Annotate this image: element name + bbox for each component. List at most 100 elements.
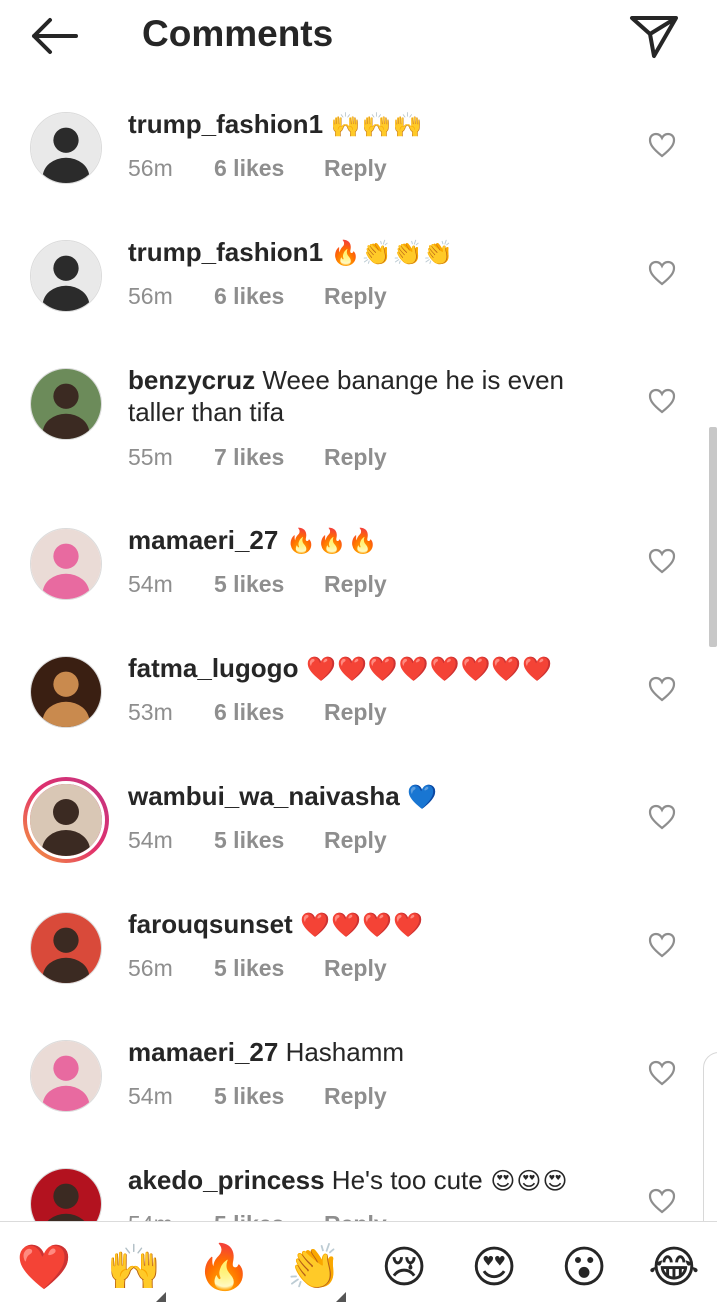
red-heart-reaction-button[interactable]: ❤️ <box>16 1240 72 1296</box>
page-title: Comments <box>142 13 334 54</box>
comment-meta: 55m 7 likes Reply <box>128 444 387 471</box>
comment-text: benzycruz Weee banange he is even taller… <box>128 364 608 428</box>
skin-tone-indicator-icon <box>156 1292 166 1302</box>
comment-timestamp: 55m <box>128 444 173 470</box>
reply-button[interactable]: Reply <box>324 699 387 726</box>
comment-text: mamaeri_27 Hashamm <box>128 1036 608 1068</box>
comment-list[interactable]: trump_fashion1 🙌🙌🙌 56m 6 likes Reply trump_f… <box>0 92 717 1221</box>
reply-button[interactable]: Reply <box>324 283 387 310</box>
comment-meta: 56m 6 likes Reply <box>128 283 387 310</box>
comment-row: benzycruz Weee banange he is even taller… <box>0 348 717 508</box>
avatar-inner <box>27 781 105 859</box>
fire-reaction-button[interactable]: 🔥 <box>196 1240 252 1296</box>
avatar[interactable] <box>30 656 102 728</box>
like-heart-icon[interactable] <box>648 132 676 158</box>
comment-timestamp: 53m <box>128 699 173 725</box>
avatar[interactable] <box>30 528 102 600</box>
avatar-photo <box>31 369 101 439</box>
comment-emoji: 🔥🔥🔥 <box>278 528 379 555</box>
comment-timestamp: 54m <box>128 827 173 853</box>
comment-likes-count[interactable]: 5 likes <box>214 955 324 982</box>
reply-button[interactable]: Reply <box>324 571 387 598</box>
avatar-photo <box>31 113 101 183</box>
comment-meta: 54m 5 likesReply <box>128 827 387 854</box>
like-heart-icon[interactable] <box>648 804 676 830</box>
comment-row: farouqsunset ❤️❤️❤️❤️ 56m 5 likes Reply <box>0 892 717 1020</box>
avatar[interactable] <box>30 240 102 312</box>
avatar-photo <box>31 657 101 727</box>
avatar-photo <box>31 913 101 983</box>
avatar[interactable] <box>30 912 102 984</box>
comment-row: trump_fashion1 🔥👏👏👏 56m 6 likes Reply <box>0 220 717 348</box>
comment-likes-count[interactable]: 6 likes <box>214 699 324 726</box>
comment-username[interactable]: farouqsunset <box>128 909 293 939</box>
like-heart-icon[interactable] <box>648 676 676 702</box>
reply-button[interactable]: Reply <box>324 1211 387 1221</box>
scrollbar[interactable] <box>709 427 717 647</box>
astonished-face-reaction-button[interactable]: 😮 <box>556 1240 612 1296</box>
comment-text: farouqsunset ❤️❤️❤️❤️ <box>128 908 608 942</box>
comment-username[interactable]: mamaeri_27 <box>128 1037 278 1067</box>
avatar-photo <box>31 1169 101 1221</box>
comment-row: fatma_lugogo ❤️❤️❤️❤️❤️❤️❤️❤️ 53m 6 likes R… <box>0 636 717 764</box>
heart-eyes-face-reaction-button[interactable]: 😍 <box>466 1240 522 1296</box>
avatar-photo <box>31 1041 101 1111</box>
comment-likes-count[interactable]: 7 likes <box>214 444 324 471</box>
comment-row: akedo_princess He's too cute 😍😍😍 54m5 lik… <box>0 1148 717 1221</box>
send-icon[interactable] <box>628 12 680 60</box>
avatar[interactable] <box>23 777 109 863</box>
comment-username[interactable]: fatma_lugogo <box>128 653 298 683</box>
comment-meta: 53m 6 likes Reply <box>128 699 387 726</box>
comment-emoji: 🙌🙌🙌 <box>323 112 424 139</box>
crying-face-reaction-button[interactable]: 😢 <box>376 1240 432 1296</box>
comment-username[interactable]: trump_fashion1 <box>128 109 323 139</box>
reply-button[interactable]: Reply <box>324 155 387 182</box>
comment-likes-count[interactable]: 6 likes <box>214 283 324 310</box>
comment-text: wambui_wa_naivasha 💙 <box>128 780 608 814</box>
skin-tone-indicator-icon <box>336 1292 346 1302</box>
reply-button[interactable]: Reply <box>324 1083 387 1110</box>
comment-body: Hashamm <box>278 1037 405 1067</box>
comment-meta: 54m5 likesReply <box>128 1211 387 1221</box>
comment-text: fatma_lugogo ❤️❤️❤️❤️❤️❤️❤️❤️ <box>128 652 608 686</box>
comment-username[interactable]: akedo_princess <box>128 1165 325 1195</box>
comment-likes-count[interactable]: 5 likes <box>214 1083 324 1110</box>
raising-hands-reaction-button[interactable]: 🙌 <box>106 1240 166 1302</box>
comment-text: akedo_princess He's too cute 😍😍😍 <box>128 1164 608 1198</box>
comment-row: mamaeri_27 Hashamm 54m 5 likes Reply <box>0 1020 717 1148</box>
comment-emoji: 😍😍😍 <box>482 1168 569 1195</box>
comment-likes-count[interactable]: 5 likes <box>214 827 324 854</box>
comment-row: mamaeri_27 🔥🔥🔥 54m 5 likes Reply <box>0 508 717 636</box>
avatar-photo <box>31 529 101 599</box>
like-heart-icon[interactable] <box>648 548 676 574</box>
like-heart-icon[interactable] <box>648 932 676 958</box>
comment-username[interactable]: benzycruz <box>128 365 255 395</box>
like-heart-icon[interactable] <box>648 1060 676 1086</box>
comment-emoji: 💙 <box>399 784 439 811</box>
avatar-photo <box>31 241 101 311</box>
like-heart-icon[interactable] <box>648 388 676 414</box>
quick-reaction-bar: ❤️ 🙌 🔥 👏 😢 😍 😮 😂 <box>0 1221 717 1314</box>
avatar[interactable] <box>30 1168 102 1221</box>
avatar[interactable] <box>30 368 102 440</box>
avatar-photo <box>30 784 102 856</box>
comment-likes-count[interactable]: 6 likes <box>214 155 324 182</box>
comment-likes-count[interactable]: 5 likes <box>214 1211 324 1221</box>
reply-button[interactable]: Reply <box>324 444 387 471</box>
like-heart-icon[interactable] <box>648 260 676 286</box>
comment-username[interactable]: trump_fashion1 <box>128 237 323 267</box>
comment-likes-count[interactable]: 5 likes <box>214 571 324 598</box>
tears-of-joy-face-reaction-button[interactable]: 😂 <box>646 1240 702 1296</box>
comment-username[interactable]: mamaeri_27 <box>128 525 278 555</box>
clapping-hands-reaction-button[interactable]: 👏 <box>286 1240 346 1302</box>
comment-timestamp: 54m <box>128 571 173 597</box>
comment-emoji: ❤️❤️❤️❤️ <box>292 912 424 939</box>
avatar[interactable] <box>30 1040 102 1112</box>
comment-username[interactable]: wambui_wa_naivasha <box>128 781 400 811</box>
reply-button[interactable]: Reply <box>324 955 387 982</box>
avatar[interactable] <box>30 112 102 184</box>
back-arrow-icon[interactable] <box>28 16 80 56</box>
reply-button[interactable]: Reply <box>324 827 387 854</box>
like-heart-icon[interactable] <box>648 1188 676 1214</box>
comment-text: trump_fashion1 🔥👏👏👏 <box>128 236 608 270</box>
